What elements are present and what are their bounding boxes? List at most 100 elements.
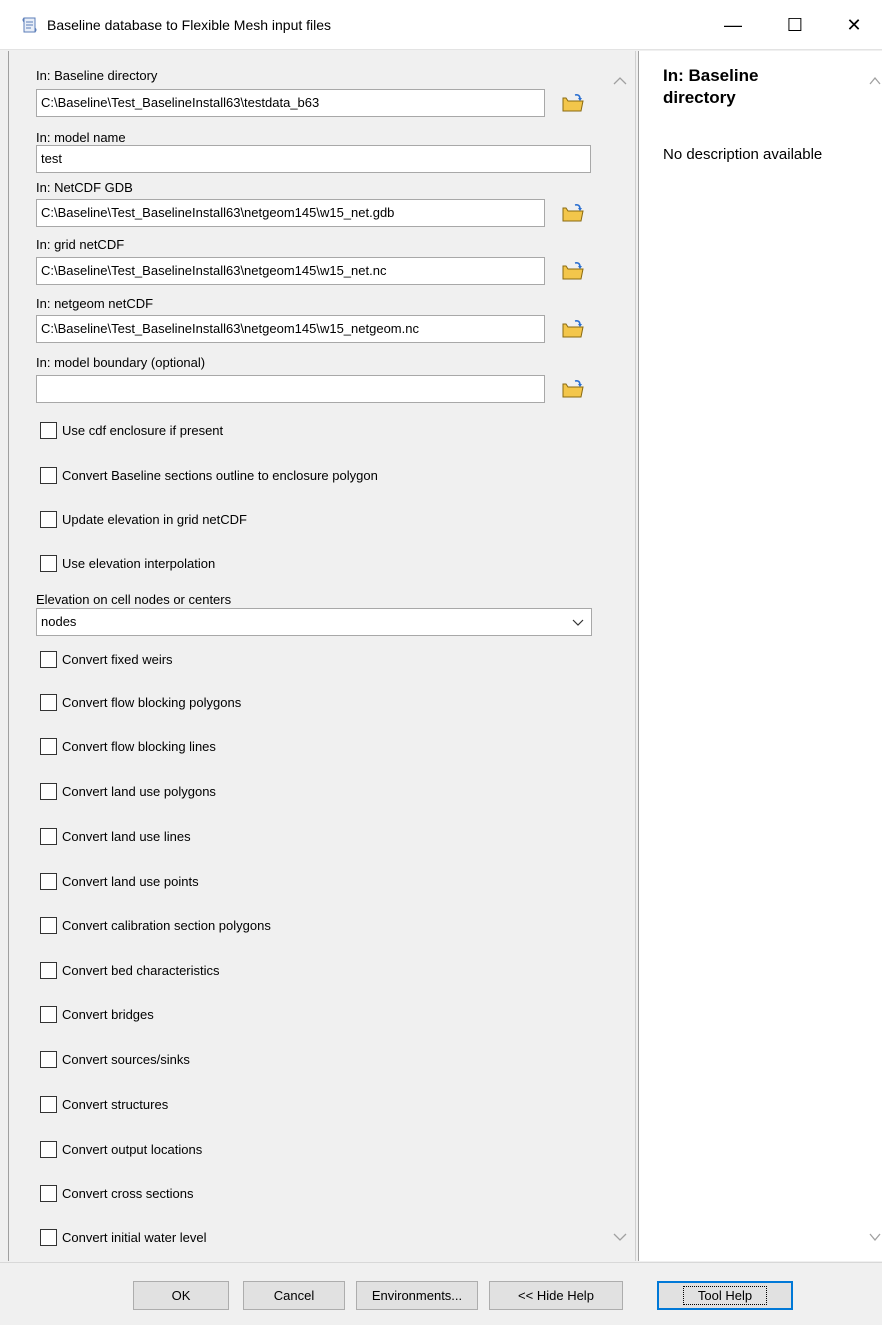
checkbox-convert-fixed-weirs[interactable]: Convert fixed weirs (40, 649, 173, 669)
checkbox-convert-land-use-points[interactable]: Convert land use points (40, 871, 199, 891)
checkbox-convert-initial-water-level[interactable]: Convert initial water level (40, 1227, 207, 1247)
hide-help-button[interactable]: << Hide Help (489, 1281, 623, 1310)
checkbox-label: Convert initial water level (62, 1229, 207, 1245)
checkbox-box[interactable] (40, 872, 57, 890)
close-icon: ✕ (846, 14, 862, 35)
checkbox-label: Convert cross sections (62, 1185, 194, 1201)
checkbox-convert-output-locations[interactable]: Convert output locations (40, 1139, 202, 1159)
netgeom-netcdf-label: In: netgeom netCDF (36, 296, 154, 311)
checkbox-label: Use cdf enclosure if present (62, 422, 224, 438)
baseline-dir-label: In: Baseline directory (36, 68, 158, 83)
tool-script-icon (22, 17, 37, 33)
model-boundary-input[interactable] (36, 375, 545, 403)
grid-netcdf-label: In: grid netCDF (36, 237, 125, 252)
checkbox-convert-land-use-polygons[interactable]: Convert land use polygons (40, 781, 216, 801)
checkbox-convert-flow-blocking-lines[interactable]: Convert flow blocking lines (40, 736, 216, 756)
checkbox-box[interactable] (40, 1228, 57, 1246)
checkbox-convert-bed-characteristics[interactable]: Convert bed characteristics (40, 960, 220, 980)
elevation-selected-value: nodes (41, 614, 77, 629)
grid-netcdf-input[interactable]: C:\Baseline\Test_BaselineInstall63\netge… (36, 257, 545, 285)
checkbox-box[interactable] (40, 510, 57, 528)
checkbox-convert-cross-sections[interactable]: Convert cross sections (40, 1183, 194, 1203)
checkbox-convert-flow-blocking-polygons[interactable]: Convert flow blocking polygons (40, 692, 241, 712)
cancel-button[interactable]: Cancel (243, 1281, 345, 1310)
checkbox-box[interactable] (40, 782, 57, 800)
checkbox-box[interactable] (40, 650, 57, 668)
checkbox-convert-sources-sinks[interactable]: Convert sources/sinks (40, 1049, 190, 1069)
checkbox-label: Convert land use points (62, 873, 199, 889)
close-button[interactable]: ✕ (826, 0, 882, 50)
checkbox-label: Convert flow blocking polygons (62, 694, 242, 710)
checkbox-box[interactable] (40, 554, 57, 572)
scroll-up-icon[interactable] (611, 72, 629, 90)
model-boundary-label: In: model boundary (optional) (36, 355, 206, 370)
checkbox-label: Convert Baseline sections outline to enc… (62, 467, 378, 483)
checkbox-box[interactable] (40, 1005, 57, 1023)
tool-help-label: Tool Help (682, 1286, 768, 1305)
title-bar: Baseline database to Flexible Mesh input… (0, 0, 882, 50)
netcdf-gdb-label: In: NetCDF GDB (36, 180, 133, 195)
open-folder-icon (562, 94, 584, 112)
checkbox-box[interactable] (40, 961, 57, 979)
checkbox-label: Convert flow blocking lines (62, 738, 216, 754)
checkbox-box[interactable] (40, 421, 57, 439)
checkbox-box[interactable] (40, 1184, 57, 1202)
baseline-dir-input[interactable]: C:\Baseline\Test_BaselineInstall63\testd… (36, 89, 545, 117)
checkbox-label: Convert structures (62, 1096, 169, 1112)
checkbox-box[interactable] (40, 737, 57, 755)
checkbox-use-elevation-interpolation[interactable]: Use elevation interpolation (40, 553, 215, 573)
help-description: No description available (663, 146, 823, 163)
maximize-icon: ☐ (786, 14, 804, 35)
checkbox-label: Use elevation interpolation (62, 555, 216, 571)
checkbox-convert-land-use-lines[interactable]: Convert land use lines (40, 826, 191, 846)
open-folder-icon (562, 320, 584, 338)
checkbox-box[interactable] (40, 693, 57, 711)
netcdf-gdb-input[interactable]: C:\Baseline\Test_BaselineInstall63\netge… (36, 199, 545, 227)
checkbox-box[interactable] (40, 466, 57, 484)
netgeom-netcdf-input[interactable]: C:\Baseline\Test_BaselineInstall63\netge… (36, 315, 545, 343)
browse-model-boundary-button[interactable] (559, 375, 587, 403)
checkbox-use-cdf-enclosure[interactable]: Use cdf enclosure if present (40, 420, 223, 440)
checkbox-label: Convert land use polygons (62, 783, 216, 799)
ok-button[interactable]: OK (133, 1281, 229, 1310)
minimize-icon: — (724, 14, 742, 35)
maximize-button[interactable]: ☐ (764, 0, 826, 50)
checkbox-label: Convert bridges (62, 1006, 154, 1022)
checkbox-update-elevation[interactable]: Update elevation in grid netCDF (40, 509, 247, 529)
checkbox-label: Convert land use lines (62, 828, 191, 844)
checkbox-box[interactable] (40, 827, 57, 845)
checkbox-box[interactable] (40, 916, 57, 934)
open-folder-icon (562, 380, 584, 398)
environments-button[interactable]: Environments... (356, 1281, 478, 1310)
checkbox-convert-structures[interactable]: Convert structures (40, 1094, 168, 1114)
help-scroll-up-icon[interactable] (868, 72, 882, 90)
scroll-down-icon[interactable] (611, 1228, 629, 1246)
window-title: Baseline database to Flexible Mesh input… (47, 17, 332, 33)
checkbox-convert-bridges[interactable]: Convert bridges (40, 1004, 154, 1024)
tool-help-button[interactable]: Tool Help (657, 1281, 793, 1310)
checkbox-label: Update elevation in grid netCDF (62, 511, 247, 527)
browse-netgeom-netcdf-button[interactable] (559, 315, 587, 343)
checkbox-box[interactable] (40, 1140, 57, 1158)
checkbox-label: Convert output locations (62, 1141, 203, 1157)
model-name-label: In: model name (36, 130, 126, 145)
help-panel: In: Baseline directory No description av… (638, 51, 882, 1261)
browse-baseline-dir-button[interactable] (559, 89, 587, 117)
help-title: In: Baseline directory (663, 66, 759, 107)
checkbox-convert-calibration-section-polygons[interactable]: Convert calibration section polygons (40, 915, 271, 935)
checkbox-label: Convert fixed weirs (62, 651, 173, 667)
elevation-select[interactable]: nodes (36, 608, 592, 636)
model-name-input[interactable]: test (36, 145, 591, 173)
checkbox-label: Convert sources/sinks (62, 1051, 190, 1067)
browse-netcdf-gdb-button[interactable] (559, 199, 587, 227)
checkbox-box[interactable] (40, 1095, 57, 1113)
browse-grid-netcdf-button[interactable] (559, 257, 587, 285)
chevron-down-icon (572, 619, 584, 626)
checkbox-box[interactable] (40, 1050, 57, 1068)
minimize-button[interactable]: — (702, 0, 764, 50)
open-folder-icon (562, 262, 584, 280)
checkbox-convert-sections-outline[interactable]: Convert Baseline sections outline to enc… (40, 465, 378, 485)
open-folder-icon (562, 204, 584, 222)
elevation-label: Elevation on cell nodes or centers (36, 592, 232, 607)
help-scroll-down-icon[interactable] (868, 1228, 882, 1246)
